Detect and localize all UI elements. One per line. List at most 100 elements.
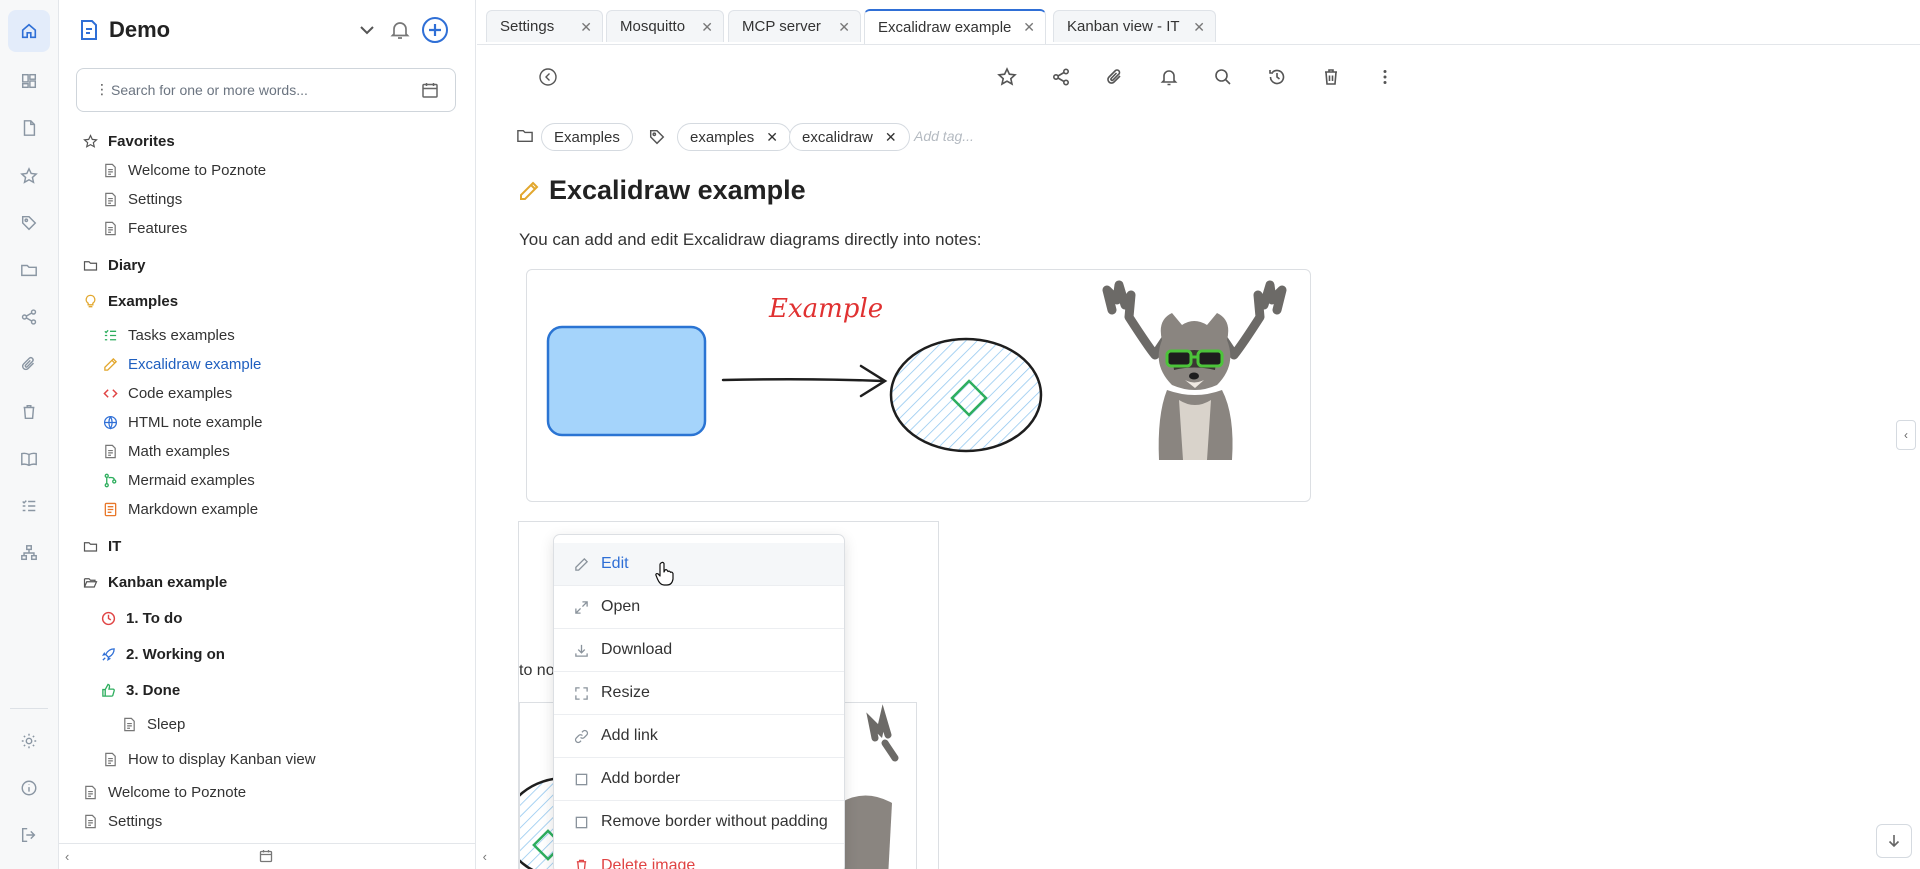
notes-icon[interactable] xyxy=(8,107,50,149)
tab-mosquitto[interactable]: Mosquitto ✕ xyxy=(606,10,724,42)
folder-kanban-example[interactable]: Kanban example xyxy=(82,570,227,594)
remove-tag-icon[interactable]: ✕ xyxy=(766,129,778,146)
chevron-down-icon[interactable] xyxy=(355,18,379,42)
attachment-icon[interactable] xyxy=(1105,67,1125,87)
trash-icon[interactable] xyxy=(8,391,50,433)
history-icon[interactable] xyxy=(1267,67,1287,87)
tag-chip-examples[interactable]: examples ✕ xyxy=(677,123,791,151)
dashboard-icon[interactable] xyxy=(8,60,50,102)
tab-mcp-server[interactable]: MCP server ✕ xyxy=(728,10,861,42)
star-icon[interactable] xyxy=(8,155,50,197)
tab-excalidraw-example[interactable]: Excalidraw example ✕ xyxy=(864,9,1046,44)
folder-diary[interactable]: Diary xyxy=(82,253,146,277)
close-icon[interactable]: ✕ xyxy=(1193,19,1205,36)
partial-text: to no xyxy=(519,662,555,679)
workspace-icon[interactable] xyxy=(8,532,50,574)
note-html-example[interactable]: HTML note example xyxy=(102,410,263,434)
folder-icon xyxy=(82,257,98,273)
clock-icon xyxy=(100,610,116,626)
right-panel-toggle[interactable]: ‹ xyxy=(1896,420,1916,450)
back-icon[interactable] xyxy=(538,67,558,87)
bell-icon[interactable] xyxy=(388,18,412,42)
folder-todo[interactable]: 1. To do xyxy=(100,606,182,630)
menu-item-open[interactable]: Open xyxy=(554,586,844,629)
search-input[interactable] xyxy=(111,77,411,103)
excalidraw-image[interactable]: Example xyxy=(526,269,1311,502)
tag-chip-excalidraw[interactable]: excalidraw ✕ xyxy=(789,123,910,151)
document-icon xyxy=(102,191,118,207)
trash-icon[interactable] xyxy=(1321,67,1341,87)
favorites-folder[interactable]: Favorites xyxy=(82,129,175,153)
chevron-left-icon[interactable]: ‹ xyxy=(65,849,69,864)
folder-examples[interactable]: Examples xyxy=(82,289,178,313)
add-tag-input[interactable]: Add tag... xyxy=(914,128,974,144)
tab-label: Settings xyxy=(500,18,555,35)
close-icon[interactable]: ✕ xyxy=(580,19,592,36)
note-excalidraw-example[interactable]: Excalidraw example xyxy=(102,352,261,376)
folder-it[interactable]: IT xyxy=(82,534,121,558)
favorite-star-icon[interactable] xyxy=(997,67,1017,87)
diagram-rectangle xyxy=(546,325,707,437)
note-title[interactable]: Excalidraw example xyxy=(549,175,806,206)
remove-tag-icon[interactable]: ✕ xyxy=(885,129,897,146)
note-markdown-example[interactable]: Markdown example xyxy=(102,497,258,521)
note-paragraph[interactable]: You can add and edit Excalidraw diagrams… xyxy=(519,230,981,250)
tab-kanban-view-it[interactable]: Kanban view - IT ✕ xyxy=(1053,10,1216,42)
folder-working-on[interactable]: 2. Working on xyxy=(100,642,225,666)
document-icon xyxy=(102,751,118,767)
note-label: Welcome to Poznote xyxy=(128,161,267,179)
attachment-icon[interactable] xyxy=(8,343,50,385)
workspace-title[interactable]: Demo xyxy=(109,17,170,43)
menu-item-resize[interactable]: Resize xyxy=(554,672,844,715)
star-outline-icon xyxy=(82,133,98,149)
menu-item-download[interactable]: Download xyxy=(554,629,844,672)
home-icon[interactable] xyxy=(8,10,50,52)
close-icon[interactable]: ✕ xyxy=(838,19,850,36)
scroll-to-bottom-button[interactable] xyxy=(1876,824,1912,858)
note-features-fav[interactable]: Features xyxy=(102,216,187,240)
folders-icon[interactable] xyxy=(8,249,50,291)
logout-icon[interactable] xyxy=(8,814,50,856)
menu-item-remove-border[interactable]: Remove border without padding xyxy=(554,801,844,844)
tasklist-icon[interactable] xyxy=(8,485,50,527)
document-icon xyxy=(102,162,118,178)
menu-item-delete-image[interactable]: Delete image xyxy=(554,844,844,869)
note-sleep[interactable]: Sleep xyxy=(121,712,185,736)
more-options-icon[interactable] xyxy=(1375,67,1395,87)
new-note-button[interactable] xyxy=(422,17,448,43)
note-tasks-examples[interactable]: Tasks examples xyxy=(102,323,235,347)
menu-item-add-link[interactable]: Add link xyxy=(554,715,844,758)
note-settings[interactable]: Settings xyxy=(82,809,162,833)
arrow-down-icon xyxy=(1888,835,1900,848)
calendar-icon[interactable] xyxy=(421,81,439,99)
share-icon[interactable] xyxy=(1051,67,1071,87)
search-options-icon[interactable]: ⋮ xyxy=(95,81,109,98)
note-mermaid-examples[interactable]: Mermaid examples xyxy=(102,468,255,492)
calendar-icon[interactable] xyxy=(259,849,273,863)
bell-icon[interactable] xyxy=(1159,67,1179,87)
share-icon[interactable] xyxy=(8,296,50,338)
note-how-to-kanban[interactable]: How to display Kanban view xyxy=(102,747,316,771)
note-code-examples[interactable]: Code examples xyxy=(102,381,232,405)
note-welcome[interactable]: Welcome to Poznote xyxy=(82,780,246,804)
tab-settings[interactable]: Settings ✕ xyxy=(486,10,603,42)
folder-done[interactable]: 3. Done xyxy=(100,678,180,702)
close-icon[interactable]: ✕ xyxy=(1023,19,1035,36)
menu-label: Delete image xyxy=(601,856,696,869)
folder-chip[interactable]: Examples xyxy=(541,123,633,151)
menu-item-edit[interactable]: Edit xyxy=(554,543,844,586)
tags-icon[interactable] xyxy=(8,202,50,244)
menu-item-add-border[interactable]: Add border xyxy=(554,758,844,801)
globe-icon xyxy=(102,414,118,430)
book-icon[interactable] xyxy=(8,438,50,480)
settings-icon[interactable] xyxy=(8,720,50,762)
diagram-label: Example xyxy=(768,294,883,324)
info-icon[interactable] xyxy=(8,767,50,809)
note-math-examples[interactable]: Math examples xyxy=(102,439,230,463)
note-welcome-fav[interactable]: Welcome to Poznote xyxy=(102,158,266,182)
note-settings-fav[interactable]: Settings xyxy=(102,187,182,211)
close-icon[interactable]: ✕ xyxy=(701,19,713,36)
collapse-sidebar-icon[interactable]: ‹ xyxy=(483,849,487,864)
search-icon[interactable] xyxy=(1213,67,1233,87)
resize-icon xyxy=(573,685,589,701)
